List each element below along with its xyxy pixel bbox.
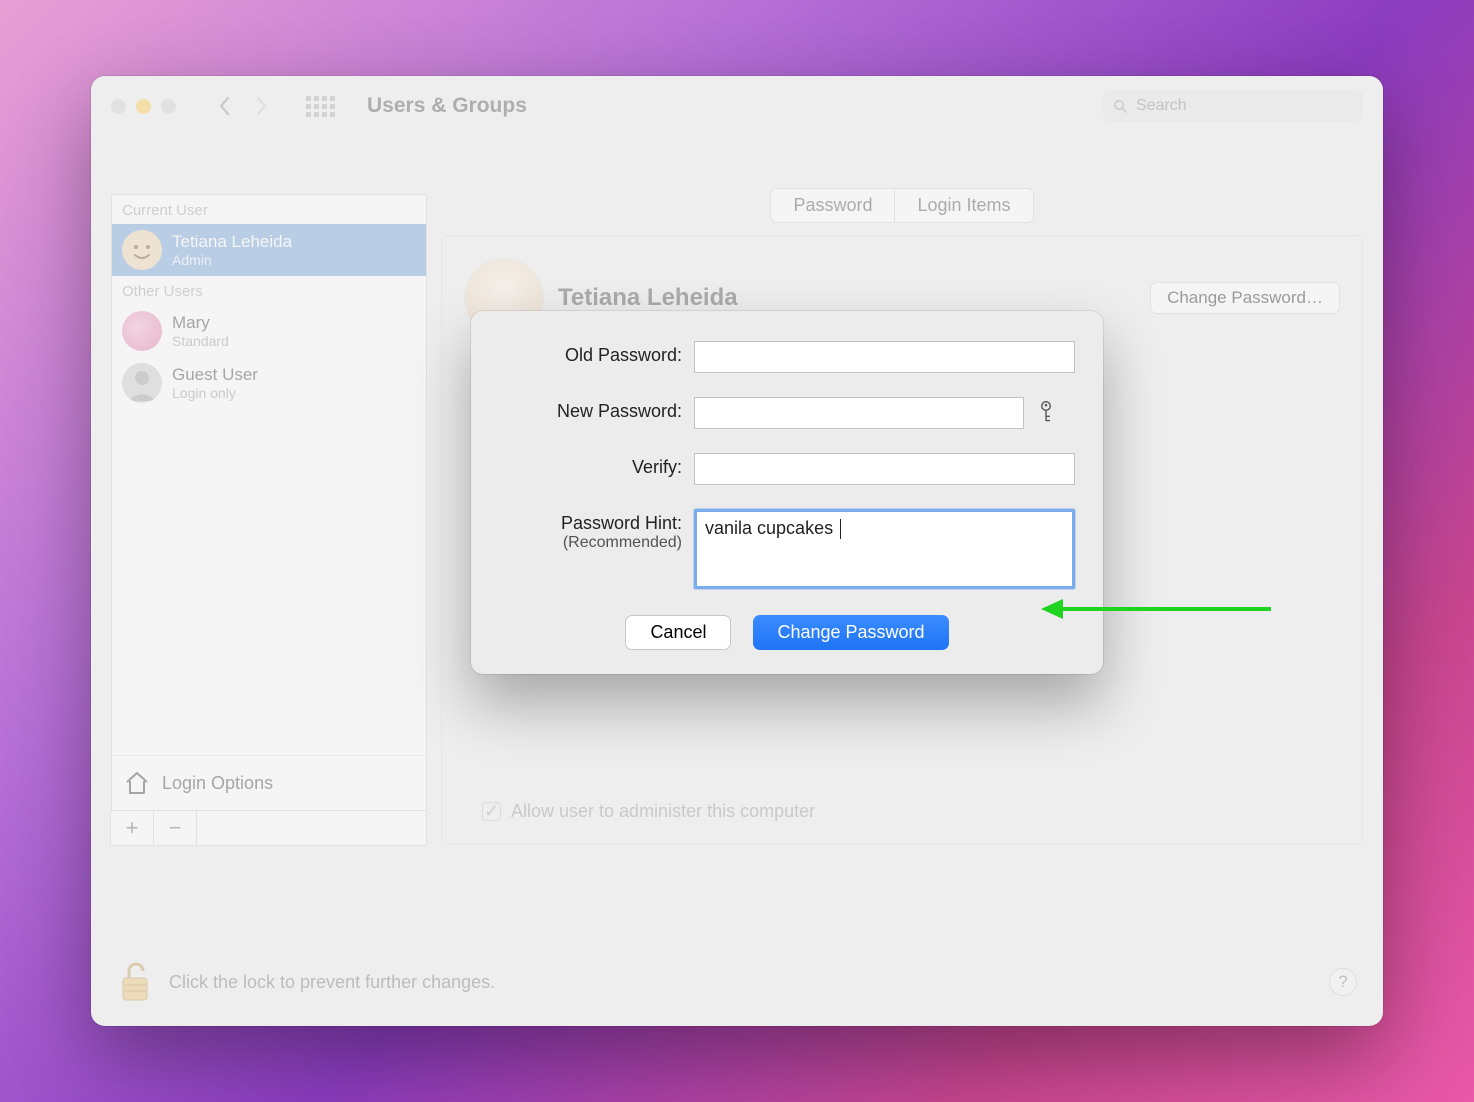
change-password-dialog: Old Password: New Password: Verify: Pass… [471,311,1103,674]
admin-checkbox-label: Allow user to administer this computer [511,801,815,822]
user-name: Guest User [172,365,258,385]
preferences-window: Users & Groups Current User Tetiana Lehe… [91,76,1383,1026]
sidebar: Current User Tetiana Leheida Admin Other… [111,194,427,1026]
traffic-lights [111,99,176,114]
avatar [122,230,162,270]
tab-group: Password Login Items [770,188,1033,223]
add-user-button[interactable]: + [110,810,154,846]
verify-label: Verify: [499,453,694,478]
minimize-light[interactable] [136,99,151,114]
lock-open-icon[interactable] [117,960,153,1004]
hint-input[interactable]: vanila cupcakes [694,509,1075,589]
section-current: Current User [112,195,426,224]
user-role: Standard [172,333,229,349]
lock-bar: Click the lock to prevent further change… [117,960,1357,1004]
text-cursor [840,519,841,539]
user-name: Mary [172,313,229,333]
hint-sublabel: (Recommended) [499,534,682,552]
user-row-guest[interactable]: Guest User Login only [112,357,426,409]
old-password-input[interactable] [694,341,1075,373]
home-icon [124,770,150,796]
login-options-label: Login Options [162,773,273,794]
old-password-label: Old Password: [499,341,694,366]
addremove-spacer [196,810,427,846]
admin-checkbox-row: ✓ Allow user to administer this computer [482,801,815,822]
back-icon[interactable] [218,96,232,116]
zoom-light[interactable] [161,99,176,114]
remove-user-button[interactable]: − [153,810,197,846]
new-password-label: New Password: [499,397,694,422]
show-all-icon[interactable] [306,96,335,117]
admin-checkbox[interactable]: ✓ [482,802,501,821]
hint-label: Password Hint: (Recommended) [499,509,694,552]
user-role: Admin [172,252,292,268]
search-icon [1113,99,1128,114]
user-name: Tetiana Leheida [172,232,292,252]
login-options[interactable]: Login Options [112,755,426,810]
section-other: Other Users [112,276,426,305]
cancel-button[interactable]: Cancel [625,615,731,650]
change-password-button[interactable]: Change Password… [1150,282,1340,314]
user-list: Current User Tetiana Leheida Admin Other… [111,194,427,811]
page-title: Users & Groups [367,94,527,118]
key-icon[interactable] [1036,400,1056,424]
search-field[interactable] [1103,90,1363,122]
search-input[interactable] [1136,97,1353,115]
close-light[interactable] [111,99,126,114]
profile-name: Tetiana Leheida [558,284,738,312]
change-password-submit[interactable]: Change Password [753,615,948,650]
tab-login-items[interactable]: Login Items [895,189,1032,222]
forward-icon[interactable] [254,96,268,116]
lock-text: Click the lock to prevent further change… [169,972,495,993]
help-button[interactable]: ? [1329,968,1357,996]
new-password-input[interactable] [694,397,1024,429]
titlebar: Users & Groups [91,76,1383,136]
avatar [122,311,162,351]
user-row-current[interactable]: Tetiana Leheida Admin [112,224,426,276]
add-remove-bar: + − [111,811,427,846]
verify-input[interactable] [694,453,1075,485]
avatar [122,363,162,403]
user-row-mary[interactable]: Mary Standard [112,305,426,357]
tab-password[interactable]: Password [771,189,895,222]
user-role: Login only [172,385,258,401]
